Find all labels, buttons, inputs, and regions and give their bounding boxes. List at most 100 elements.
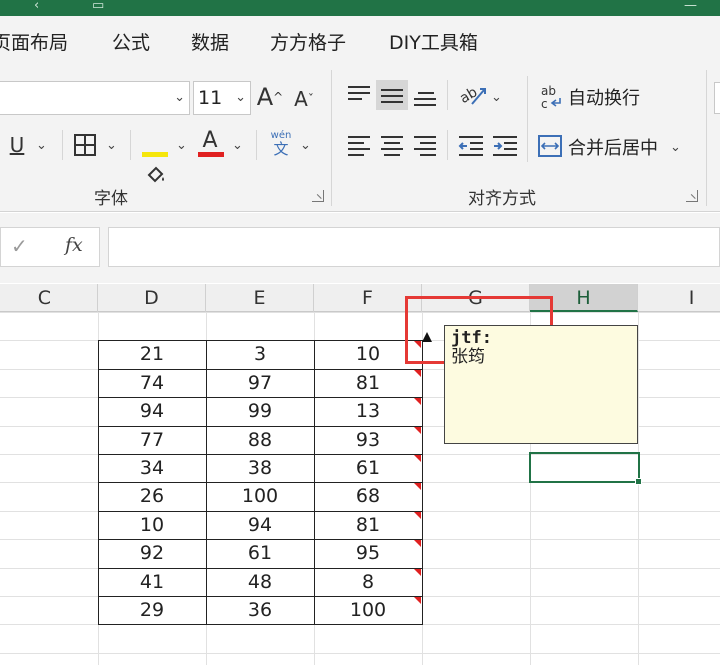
table-cell[interactable]: 34 [98,454,206,482]
font-dialog-launcher-icon[interactable] [312,190,324,202]
table-border [98,596,423,597]
grid-row-line [0,312,720,313]
spreadsheet-grid: C D E F G H I 21 3 10 74 97 81 94 99 13 77 88 93 34 3… [0,284,720,665]
table-cell[interactable]: 10 [98,511,206,539]
grow-font-button[interactable]: A^ [256,82,284,112]
table-cell[interactable]: 92 [98,539,206,567]
tab-page-layout[interactable]: 页面布局 [0,28,68,55]
tab-data[interactable]: 数据 [191,28,229,55]
grid-column-line [638,312,639,665]
table-cell[interactable]: 88 [206,426,314,454]
fill-handle[interactable] [635,478,642,485]
align-center-icon[interactable] [380,134,404,156]
column-header-e[interactable]: E [206,284,314,312]
chevron-down-icon[interactable]: ⌄ [300,138,311,153]
table-cell[interactable]: 21 [98,340,206,368]
table-cell[interactable]: 48 [206,568,314,596]
cell-comment[interactable]: jtf: 张筠 [444,325,638,444]
table-cell[interactable]: 99 [206,397,314,425]
underline-icon: U [9,133,25,157]
svg-text:ab: ab [458,84,480,107]
table-cell[interactable]: 29 [98,596,206,624]
tab-diy-toolbox[interactable]: DIY工具箱 [389,28,478,55]
increase-indent-icon[interactable] [492,134,518,156]
shrink-font-button[interactable]: Aˇ [290,84,318,114]
align-bottom-icon[interactable] [413,84,437,108]
wrap-text-button[interactable]: ab c 自动换行 [540,82,650,112]
next-group-button[interactable] [714,82,720,114]
svg-text:c: c [541,97,548,110]
chevron-down-icon[interactable]: ⌄ [491,90,502,105]
table-cell[interactable]: 81 [314,369,422,397]
phonetic-char: 文 [273,140,289,158]
chevron-down-icon[interactable]: ⌄ [106,138,117,153]
formula-input[interactable] [108,227,720,267]
table-cell[interactable]: 41 [98,568,206,596]
comment-indicator-icon [414,568,421,576]
tab-formulas[interactable]: 公式 [112,28,150,55]
table-border [98,567,423,569]
table-border [98,397,423,399]
grid-row-line [0,652,720,654]
align-top-icon[interactable] [347,84,371,106]
table-cell[interactable]: 26 [98,482,206,510]
table-cell[interactable]: 38 [206,454,314,482]
table-cell[interactable]: 61 [314,454,422,482]
font-size-dropdown[interactable]: 11 ⌄ [193,81,251,115]
phonetic-button[interactable]: wén 文 [266,130,296,157]
ribbon: ⌄ 11 ⌄ A^ Aˇ U ⌄ ⌄ A ⌄ A ⌄ wén 文 ⌄ 字体 [0,64,720,212]
fill-color-button[interactable]: A [142,126,168,195]
chevron-down-icon[interactable]: ⌄ [36,138,47,153]
window-icon[interactable]: ▭ [92,0,104,12]
decrease-indent-icon[interactable] [458,134,484,156]
column-header-d[interactable]: D [98,284,206,312]
font-color-icon: A [202,128,218,153]
font-color-swatch [198,152,224,157]
table-cell[interactable]: 94 [206,511,314,539]
table-cell[interactable]: 3 [206,340,314,368]
column-header-c[interactable]: C [0,284,98,312]
underline-button[interactable]: U [6,130,28,160]
table-cell[interactable]: 68 [314,482,422,510]
table-cell[interactable]: 36 [206,596,314,624]
font-name-dropdown[interactable]: ⌄ [0,81,190,115]
alignment-dialog-launcher-icon[interactable] [686,190,698,202]
table-cell[interactable]: 94 [98,397,206,425]
comment-text: 张筠 [451,347,485,367]
tab-fangfang-gezi[interactable]: 方方格子 [270,28,346,55]
borders-icon[interactable] [74,134,96,156]
divider [62,130,63,160]
divider [447,130,448,160]
comment-indicator-icon [414,483,421,491]
align-right-icon[interactable] [413,134,437,156]
enter-check-icon[interactable]: ✓ [11,234,28,258]
align-left-icon[interactable] [347,134,371,156]
table-cell[interactable]: 95 [314,539,422,567]
table-cell[interactable]: 61 [206,539,314,567]
merge-center-button[interactable]: 合并后居中 ⌄ [538,132,688,162]
chevron-down-icon[interactable]: ⌄ [232,138,243,153]
back-icon[interactable]: ‹ [34,0,39,12]
selected-cell[interactable] [529,452,642,485]
table-cell[interactable]: 13 [314,397,422,425]
table-cell[interactable]: 74 [98,369,206,397]
insert-function-button[interactable]: fx [65,234,83,256]
table-cell[interactable]: 100 [314,596,422,624]
comment-indicator-icon [414,511,421,519]
formula-buttons: ✓ fx [0,227,100,267]
divider [130,130,131,160]
shrink-font-icon: A [294,87,308,111]
chevron-down-icon[interactable]: ⌄ [176,138,187,153]
table-cell[interactable]: 93 [314,426,422,454]
comment-author: jtf: [451,328,492,348]
table-cell[interactable]: 8 [314,568,422,596]
paint-bucket-icon [147,166,164,183]
chevron-down-icon[interactable]: ⌄ [670,140,681,155]
column-header-i[interactable]: I [638,284,720,312]
minimize-icon[interactable]: — [684,0,697,12]
table-cell[interactable]: 81 [314,511,422,539]
table-cell[interactable]: 100 [206,482,314,510]
table-cell[interactable]: 77 [98,426,206,454]
orientation-icon[interactable]: ab [458,82,488,108]
table-cell[interactable]: 97 [206,369,314,397]
